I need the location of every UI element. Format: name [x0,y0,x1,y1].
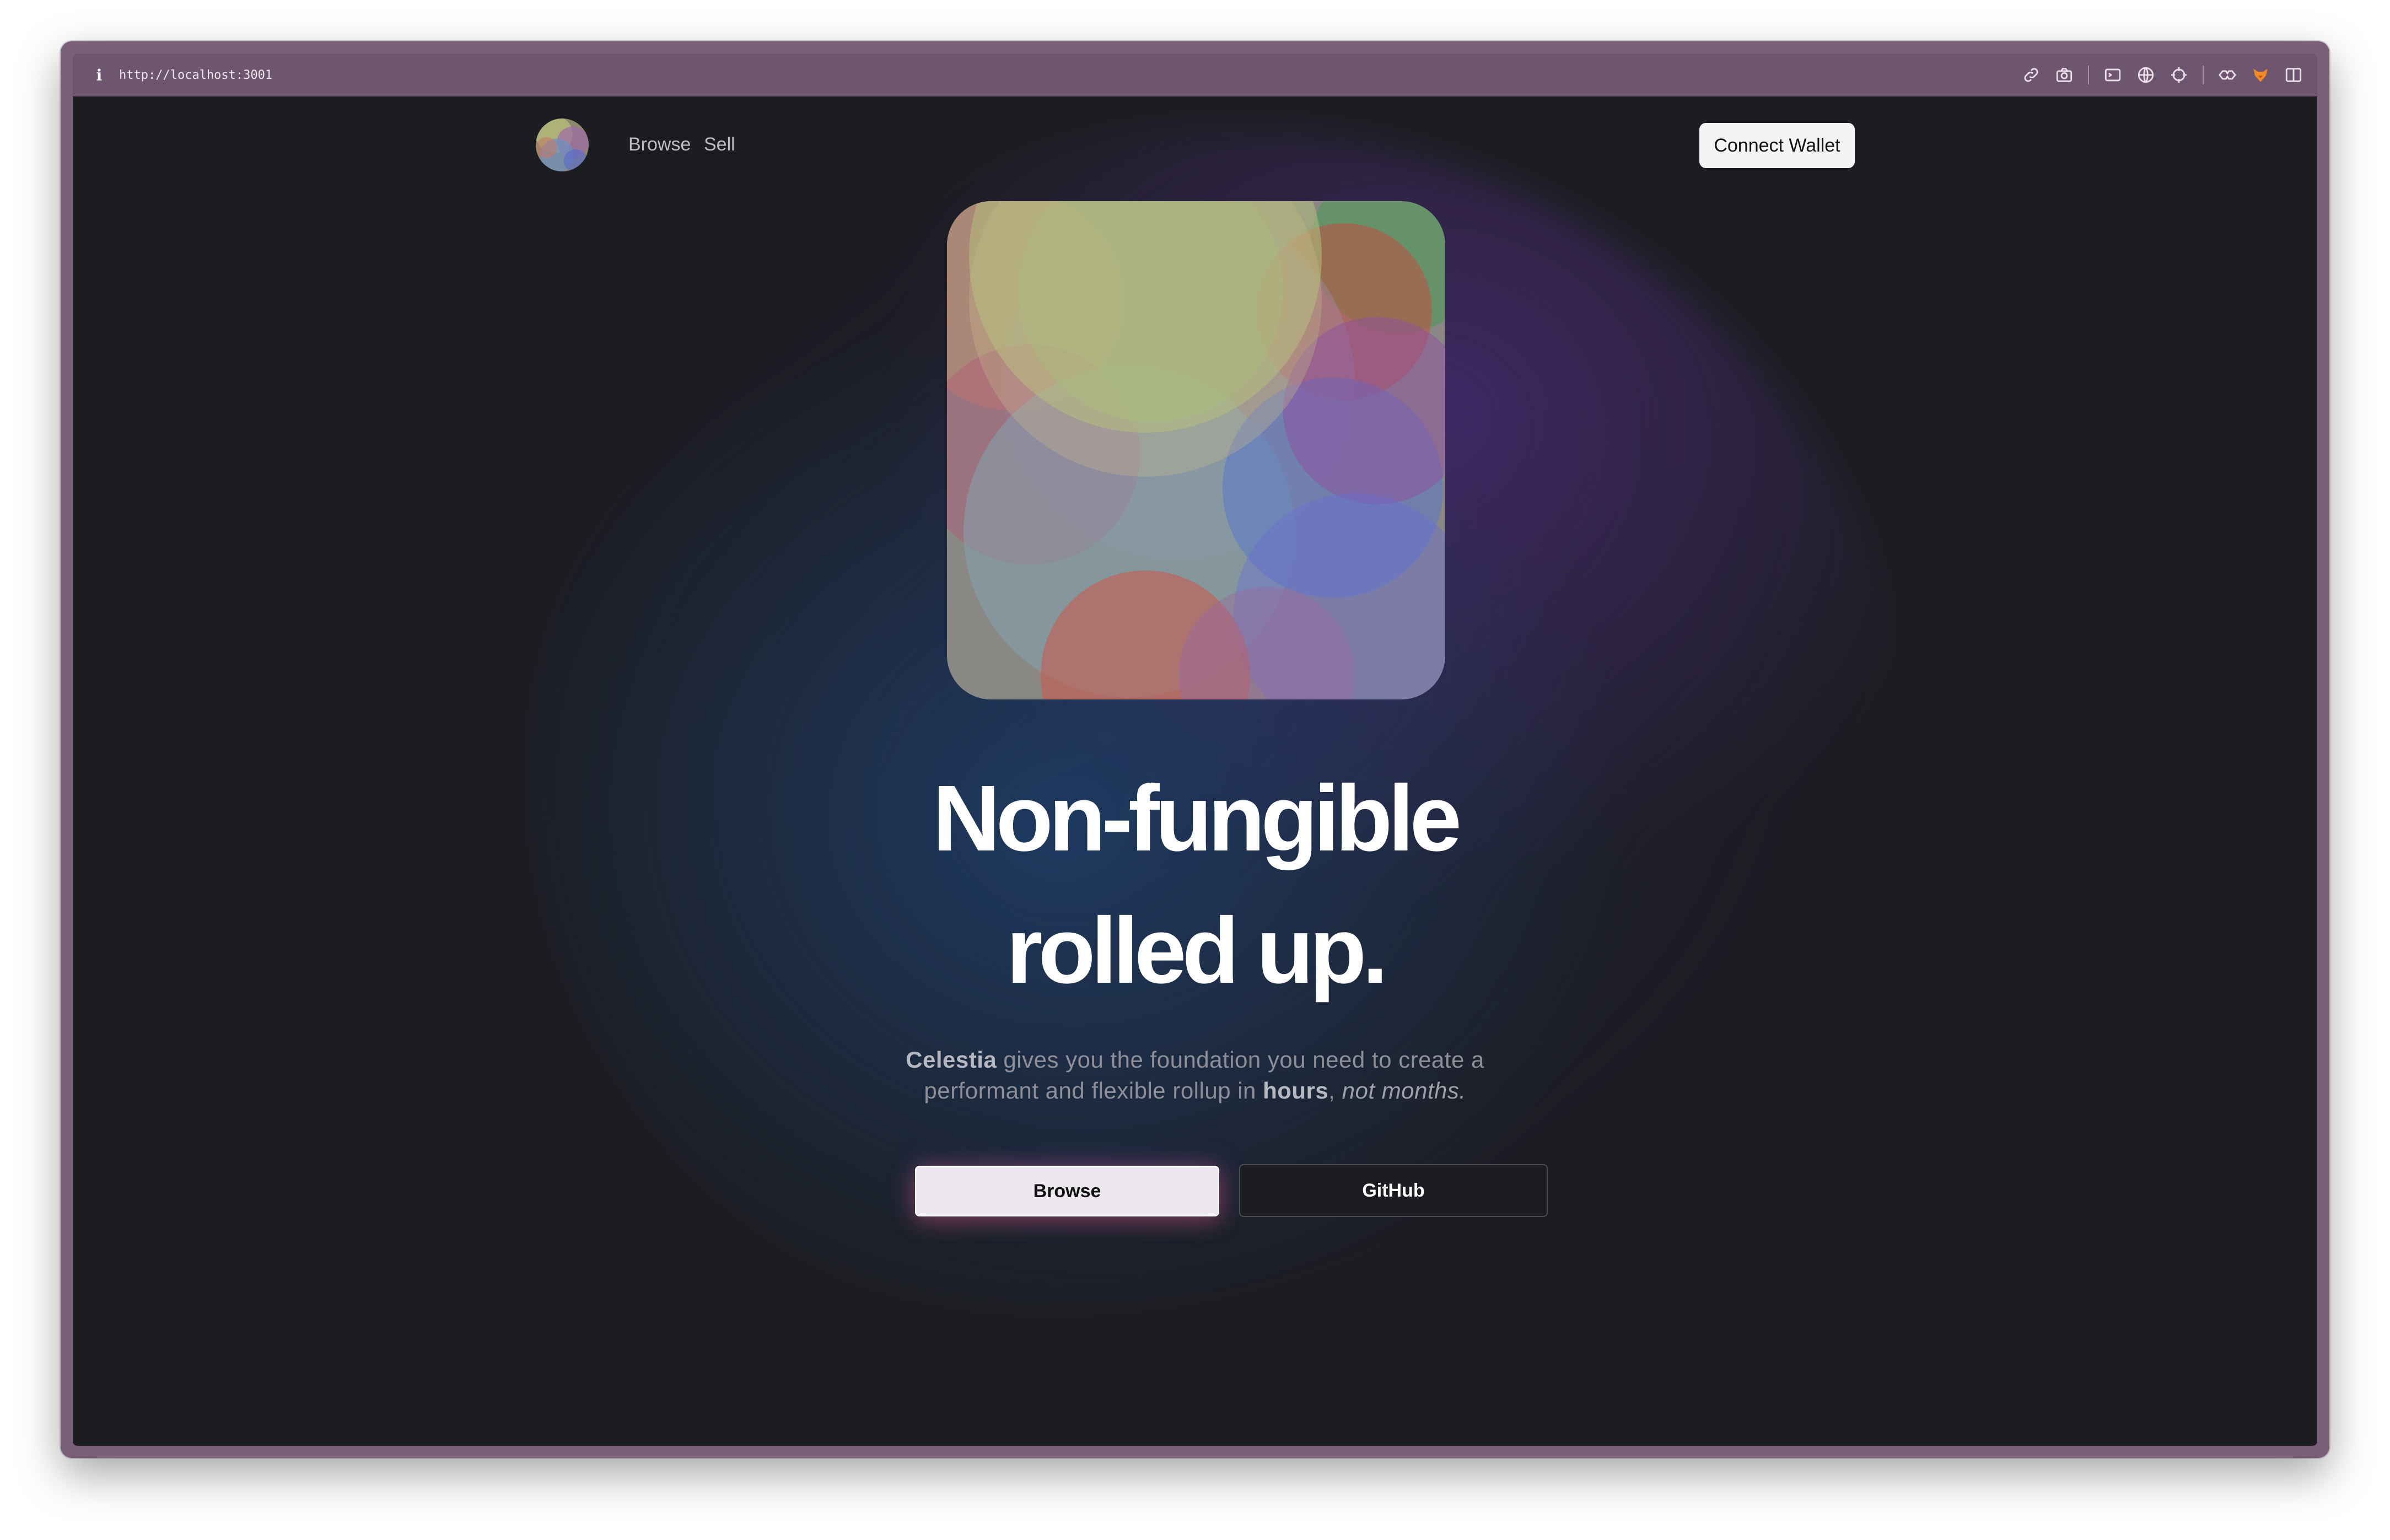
toolbar-divider [2088,66,2089,84]
subtitle-not-months: not months. [1342,1078,1466,1103]
site-logo[interactable] [536,119,589,171]
camera-icon[interactable] [2055,66,2074,84]
subtitle-brand: Celestia [906,1047,997,1073]
connect-wallet-button[interactable]: Connect Wallet [1699,123,1855,168]
headline-line-1: Non-fungible [932,766,1462,871]
extension-icon[interactable] [2218,66,2237,84]
toolbar-divider [2203,66,2204,84]
info-icon[interactable]: i [93,66,106,84]
hero-artwork [947,201,1445,699]
browser-window: i http://localhost:3001 Browse Sell Conn… [61,41,2329,1458]
hero-subtitle: Celestia gives you the foundation you ne… [73,1044,2317,1106]
fox-icon[interactable] [2251,66,2270,84]
github-button[interactable]: GitHub [1239,1164,1548,1217]
subtitle-text-2: performant and flexible rollup in [924,1078,1263,1103]
nav-link-browse[interactable]: Browse [628,134,691,155]
nav-link-sell[interactable]: Sell [704,134,735,155]
headline-line-2: rolled up. [1006,898,1388,1003]
sidebar-icon[interactable] [2284,66,2303,84]
subtitle-hours: hours [1263,1078,1329,1103]
link-icon[interactable] [2022,66,2041,84]
browser-toolbar: i http://localhost:3001 [73,53,2317,96]
terminal-icon[interactable] [2103,66,2122,84]
toolbar-icons [2022,53,2303,96]
crosshair-icon[interactable] [2170,66,2188,84]
page-viewport: Browse Sell Connect Wallet Non-fungible … [73,96,2317,1446]
browse-button[interactable]: Browse [915,1166,1219,1216]
globe-icon[interactable] [2136,66,2155,84]
url-bar[interactable]: http://localhost:3001 [119,68,272,82]
top-navigation: Browse Sell Connect Wallet [73,96,2317,196]
subtitle-comma: , [1328,1078,1342,1103]
subtitle-text-1: gives you the foundation you need to cre… [997,1047,1484,1073]
